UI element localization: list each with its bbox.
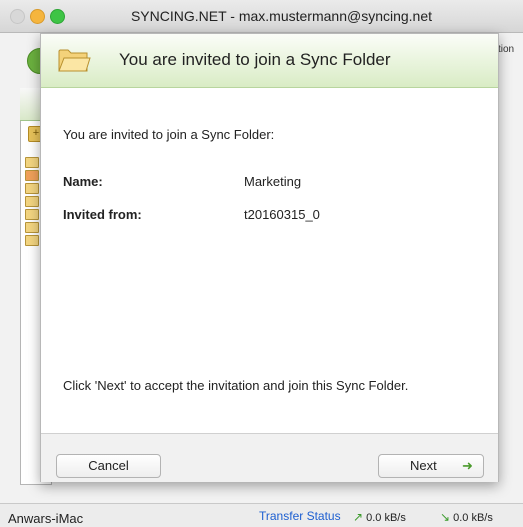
folder-icon [58,49,91,72]
upload-rate: ↗ 0.0 kB/s [353,510,406,524]
folder-alert-icon[interactable] [25,170,39,181]
dialog-title: You are invited to join a Sync Folder [119,50,391,69]
toolbar-partial-label: tion [498,44,515,55]
invited-from-label: Invited from: [63,207,142,222]
arrow-right-icon: ➜ [462,458,473,473]
upload-rate-value: 0.0 kB/s [366,512,406,524]
transfer-status-link[interactable]: Transfer Status [259,509,341,523]
name-value: Marketing [244,174,302,189]
window-title: SYNCING.NET - max.mustermann@syncing.net [130,8,433,24]
folder-icon[interactable] [25,235,39,246]
next-button-label: Next [410,458,437,473]
invited-from-value: t20160315_0 [244,207,320,222]
name-label: Name: [63,174,103,189]
host-name: Anwars-iMac [8,511,84,526]
dialog-footer: Cancel Next ➜ [41,433,498,482]
download-rate-value: 0.0 kB/s [453,512,493,524]
folder-icon[interactable] [25,183,39,194]
folder-icon[interactable] [25,222,39,233]
folder-icon[interactable] [25,196,39,207]
intro-text: You are invited to join a Sync Folder: [63,127,275,142]
folder-icon[interactable] [25,157,39,168]
next-button[interactable]: Next ➜ [378,454,484,478]
dialog-header: You are invited to join a Sync Folder [41,34,498,88]
arrow-down-right-icon: ↘ [440,510,451,524]
cancel-button[interactable]: Cancel [56,454,161,478]
download-rate: ↘ 0.0 kB/s [440,510,493,524]
status-bar: Anwars-iMac Transfer Status ↗ 0.0 kB/s ↘… [0,503,523,527]
instruction-text: Click 'Next' to accept the invitation an… [63,378,409,393]
arrow-up-right-icon: ↗ [353,510,364,524]
folder-icon[interactable] [25,209,39,220]
invite-dialog: You are invited to join a Sync Folder Yo… [40,33,499,482]
window-titlebar: SYNCING.NET - max.mustermann@syncing.net [0,0,523,33]
